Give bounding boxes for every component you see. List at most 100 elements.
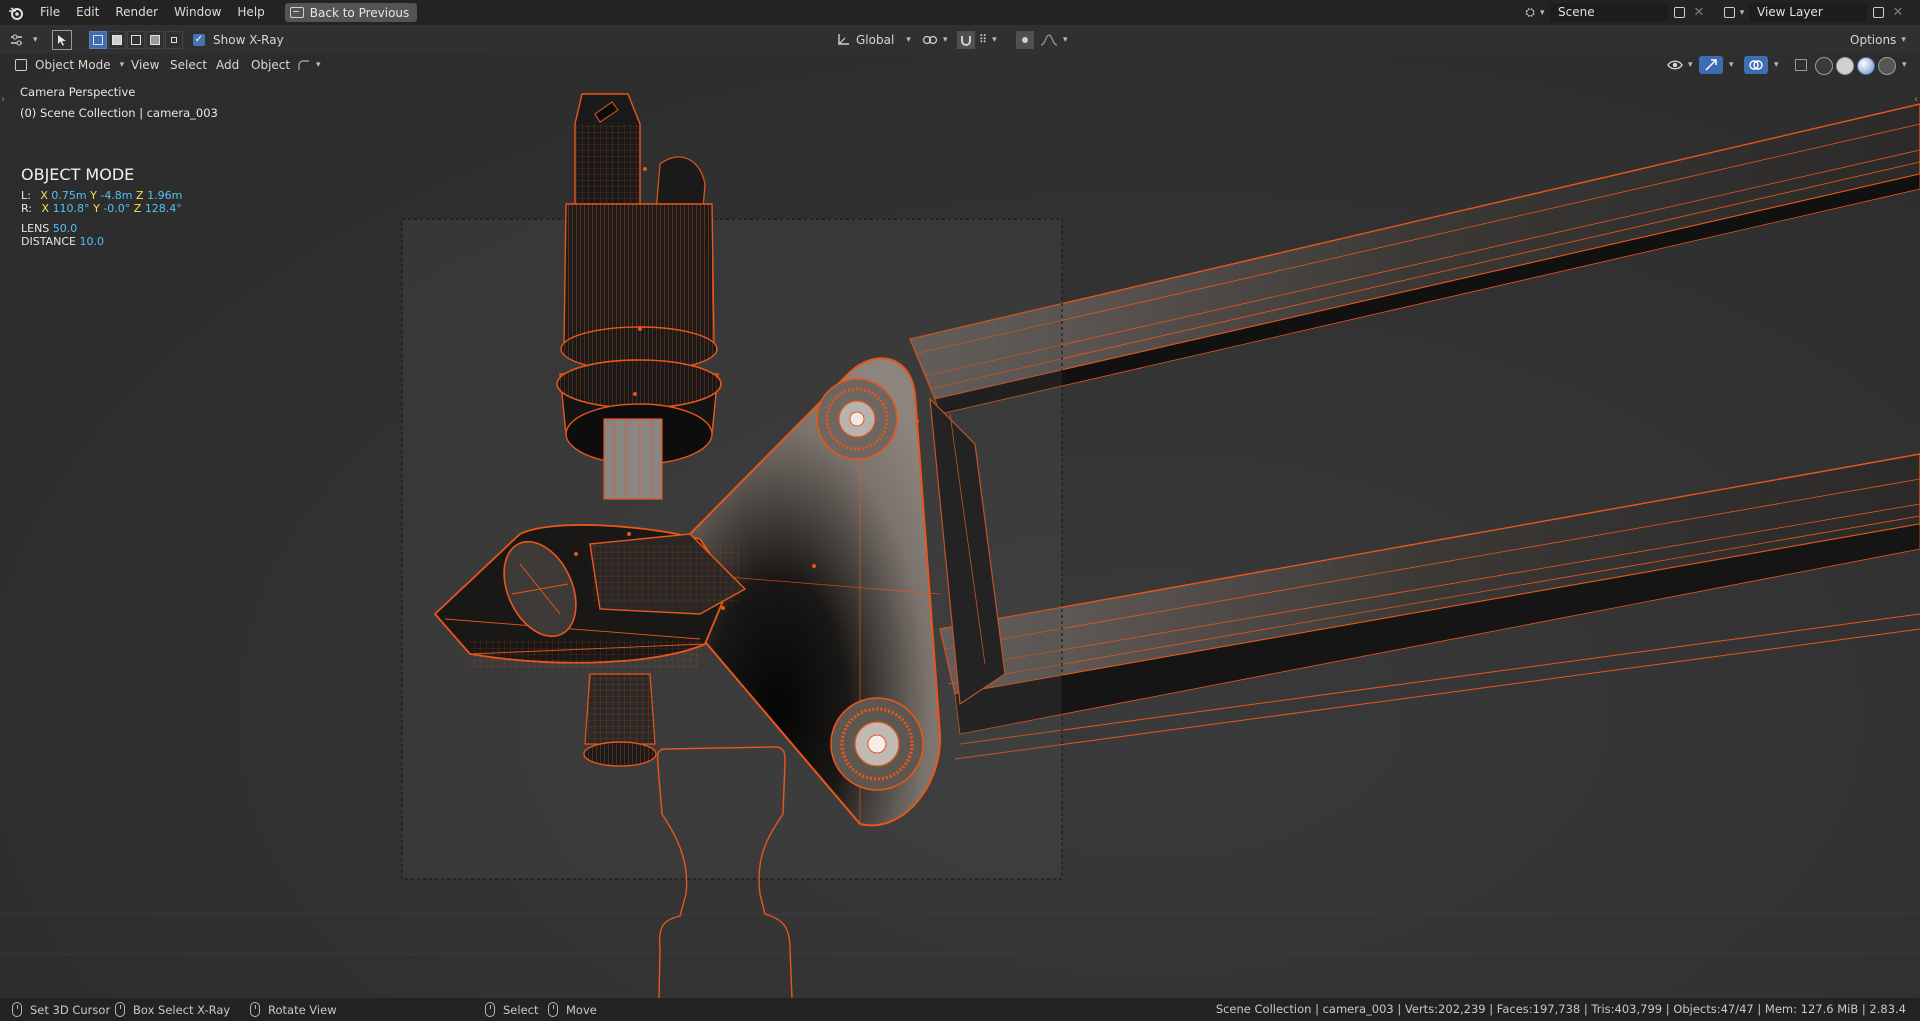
gizmo-icon [1705, 59, 1717, 71]
gizmo-toggle[interactable] [1699, 56, 1723, 74]
hint-move: Move [548, 1001, 597, 1018]
hint-label: Move [566, 1002, 597, 1017]
select-tool-button[interactable] [52, 29, 72, 50]
back-to-previous-label: Back to Previous [309, 5, 410, 20]
falloff-curve-icon[interactable] [1040, 33, 1058, 46]
distance-label: DISTANCE [21, 235, 76, 248]
menu-file[interactable]: File [32, 0, 68, 25]
pivot-point-dropdown[interactable]: ▾ [922, 29, 948, 50]
object-mode-label: Object Mode [35, 58, 111, 72]
show-xray-toggle[interactable]: ✓ Show X-Ray [193, 29, 284, 50]
wireframe-shading-icon[interactable] [1815, 57, 1833, 75]
menu-object[interactable]: Object [246, 56, 295, 74]
hint-label: Select [503, 1002, 539, 1017]
material-preview-shading-icon[interactable] [1857, 57, 1875, 75]
lens-label: LENS [21, 222, 50, 235]
menu-help[interactable]: Help [229, 0, 272, 25]
scene-icon[interactable]: ⛭ ▾ [1524, 3, 1546, 22]
transform-affect-dropdown[interactable]: ▾ [292, 56, 326, 74]
object-mode-icon [15, 59, 27, 71]
status-bar: Set 3D Cursor Box Select X-Ray Rotate Vi… [0, 998, 1920, 1021]
xray-icon [1795, 59, 1807, 71]
shading-dropdown-icon[interactable]: ▾ [1902, 60, 1907, 70]
view-perspective-label: Camera Perspective [20, 85, 136, 99]
select-intersect-mode-icon[interactable] [165, 30, 183, 49]
show-xray-checkbox[interactable]: ✓ [193, 33, 205, 46]
view-layer-name-field[interactable]: View Layer [1749, 3, 1867, 22]
cursor-arrow-icon [58, 34, 66, 45]
proportional-editing-toggle[interactable]: ▾ [1016, 29, 1068, 50]
distance-readout: DISTANCE 10.0 [21, 235, 104, 248]
lens-value: 50.0 [52, 222, 78, 235]
xray-toggle[interactable] [1790, 56, 1812, 74]
location-x: 0.75m [51, 189, 87, 202]
3d-viewport[interactable]: Camera Perspective (0) Scene Collection … [0, 54, 1920, 998]
tool-settings-icon [11, 34, 22, 45]
rotation-z: 128.4° [144, 202, 182, 215]
editor-type-dropdown[interactable]: ▾ [10, 29, 38, 50]
orientation-axes-icon [838, 33, 849, 45]
blender-logo-icon[interactable] [0, 0, 32, 25]
toolbar-toggle-icon[interactable]: › [1, 94, 5, 105]
scene-name-field[interactable]: Scene [1550, 3, 1668, 22]
snap-increment-icon[interactable]: ⠿ [979, 33, 987, 46]
left-mouse-icon [485, 1002, 495, 1017]
rendered-shading-icon[interactable] [1878, 57, 1896, 75]
menu-edit[interactable]: Edit [68, 0, 107, 25]
left-mouse-icon [12, 1002, 22, 1017]
select-invert-mode-icon[interactable] [146, 30, 164, 49]
sidebar-toggle-icon[interactable]: ‹ [1914, 94, 1918, 105]
rotation-readout: R: X 110.8° Y -0.0° Z 128.4° [21, 202, 182, 215]
proportional-editing-icon[interactable] [1016, 30, 1034, 49]
middle-mouse-icon [115, 1002, 125, 1017]
transform-orientation-dropdown[interactable]: Global ▾ [836, 29, 911, 50]
tool-header: ▾ ✓ Show X-Ray Global ▾ ▾ ⠿ ▾ ▾ Options … [0, 25, 1920, 54]
overlays-toggle[interactable] [1744, 56, 1768, 74]
select-extend-mode-icon[interactable] [108, 30, 126, 49]
viewport-header: Object Mode ▾ View Select Add Object ▾ ▾… [0, 54, 1920, 76]
view-layer-selector: ▾ View Layer ✕ [1723, 3, 1907, 22]
overlays-icon [1749, 60, 1763, 70]
back-to-previous-button[interactable]: Back to Previous [284, 3, 418, 22]
options-dropdown[interactable]: Options ▾ [1850, 29, 1906, 50]
select-new-mode-icon[interactable] [89, 30, 107, 49]
object-mode-dropdown[interactable]: Object Mode ▾ [10, 56, 129, 74]
menu-render[interactable]: Render [107, 0, 166, 25]
overlays-dropdown-icon[interactable]: ▾ [1774, 60, 1779, 70]
show-xray-label: Show X-Ray [213, 32, 284, 47]
screen-back-icon [289, 7, 304, 18]
location-label: L: [21, 189, 31, 202]
snap-toggle[interactable]: ⠿ ▾ [957, 29, 997, 50]
view-layer-icon[interactable]: ▾ [1723, 3, 1745, 22]
solid-shading-icon[interactable] [1836, 57, 1854, 75]
mode-title: OBJECT MODE [21, 165, 135, 184]
select-subtract-mode-icon[interactable] [127, 30, 145, 49]
collection-label: (0) Scene Collection | camera_003 [20, 106, 218, 120]
new-view-layer-icon[interactable] [1867, 3, 1889, 22]
hint-rotate-view: Rotate View [250, 1001, 337, 1018]
delete-view-layer-icon[interactable]: ✕ [1889, 3, 1907, 22]
options-label: Options [1850, 32, 1897, 47]
location-z: 1.96m [147, 189, 183, 202]
menu-select[interactable]: Select [165, 56, 212, 74]
rotation-y: -0.0° [103, 202, 131, 215]
menu-window[interactable]: Window [166, 0, 229, 25]
shading-mode-group [1815, 57, 1896, 75]
delete-scene-icon[interactable]: ✕ [1690, 3, 1708, 22]
menu-add[interactable]: Add [211, 56, 244, 74]
visibility-dropdown[interactable]: ▾ [1662, 56, 1698, 74]
top-menu-bar: File Edit Render Window Help Back to Pre… [0, 0, 1920, 25]
scene-selector: ⛭ ▾ Scene ✕ [1524, 3, 1708, 22]
distance-value: 10.0 [79, 235, 104, 248]
new-scene-icon[interactable] [1668, 3, 1690, 22]
scene-render [0, 93, 1920, 998]
right-mouse-icon [250, 1002, 260, 1017]
menu-view[interactable]: View [126, 56, 164, 74]
selection-mode-group [89, 29, 183, 50]
gizmo-dropdown-icon[interactable]: ▾ [1729, 60, 1734, 70]
magnet-icon[interactable] [957, 30, 975, 49]
hint-label: Set 3D Cursor [30, 1002, 111, 1017]
drag-mouse-icon [548, 1002, 558, 1017]
transform-orientation-value: Global [856, 32, 895, 47]
hint-label: Box Select X-Ray [133, 1002, 231, 1017]
